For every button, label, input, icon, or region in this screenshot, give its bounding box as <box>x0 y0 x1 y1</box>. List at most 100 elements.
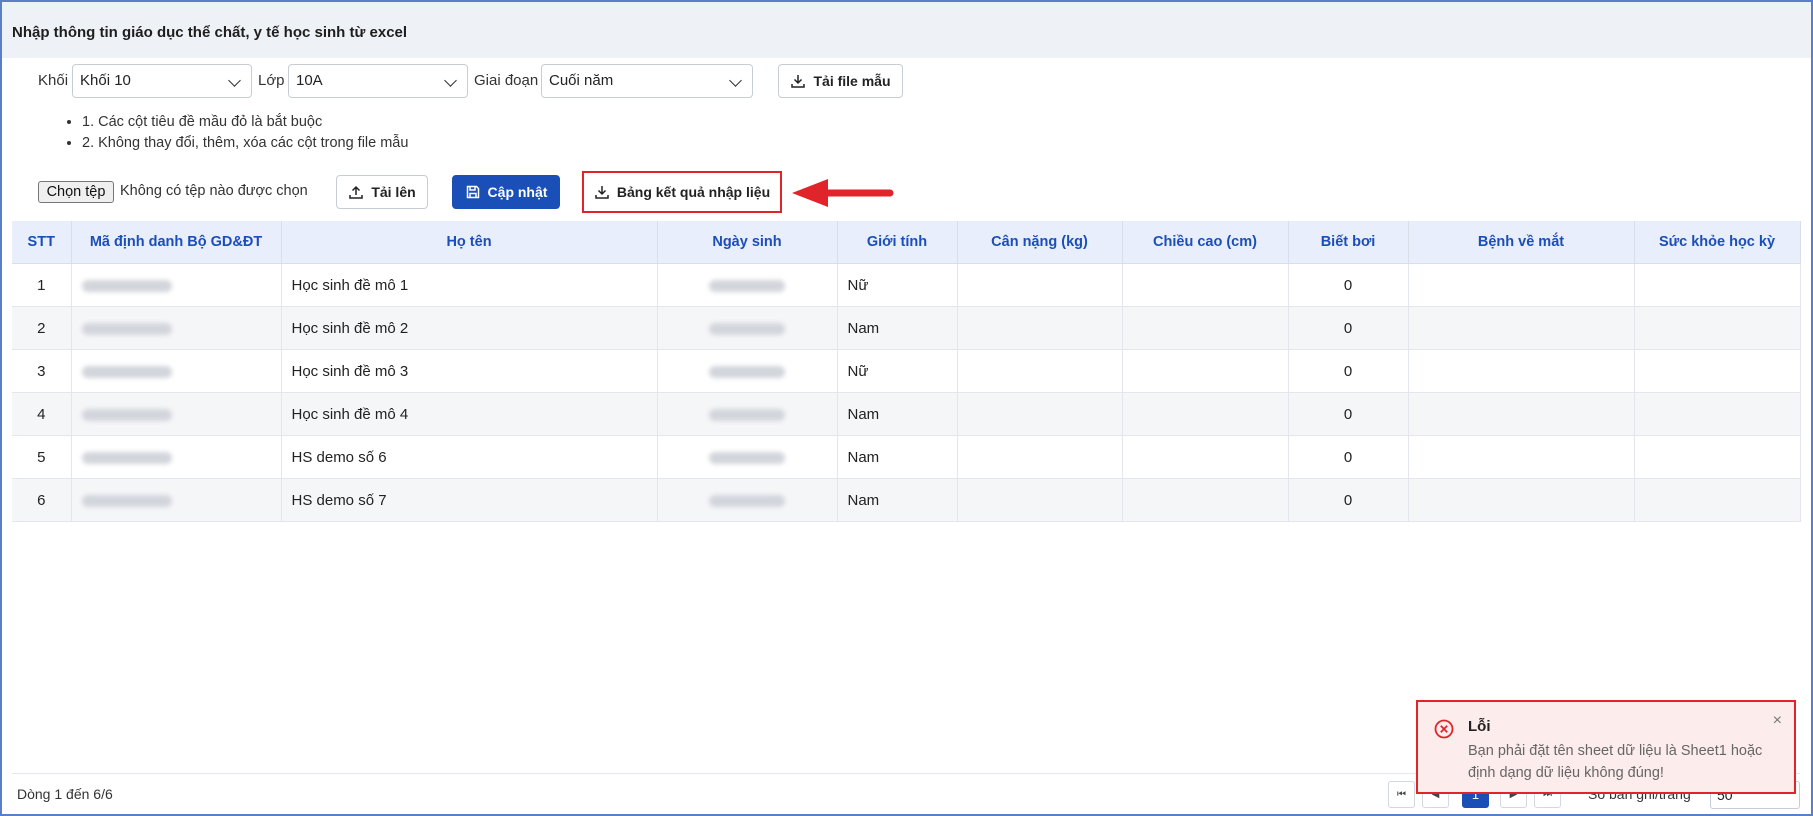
upload-button[interactable]: Tải lên <box>336 175 428 209</box>
update-button[interactable]: Cập nhật <box>452 175 560 209</box>
cell-ma-dinh-danh <box>71 478 282 522</box>
cell-stt: 3 <box>12 349 72 393</box>
cell-stt: 4 <box>12 392 72 436</box>
redacted-value <box>81 279 172 292</box>
cell-benh-mat <box>1408 478 1635 522</box>
table-row[interactable]: 1 Học sinh đề mô 1 Nữ 0 <box>12 263 1801 307</box>
cell-can-nang <box>957 306 1123 350</box>
title-bar: Nhập thông tin giáo dục thể chất, y tế h… <box>2 2 1811 58</box>
cell-can-nang <box>957 349 1123 393</box>
cell-benh-mat <box>1408 306 1635 350</box>
chevron-down-icon <box>228 74 241 87</box>
cell-chieu-cao <box>1122 435 1289 479</box>
cell-suc-khoe <box>1634 263 1801 307</box>
redacted-value <box>709 408 785 421</box>
table-row[interactable]: 4 Học sinh đề mô 4 Nam 0 <box>12 392 1801 436</box>
cell-ho-ten: Học sinh đề mô 4 <box>281 392 658 436</box>
column-header[interactable]: STT <box>12 221 72 264</box>
download-template-label: Tải file mẫu <box>813 73 891 89</box>
table-row[interactable]: 2 Học sinh đề mô 2 Nam 0 <box>12 306 1801 350</box>
cell-biet-boi: 0 <box>1288 349 1409 393</box>
note-item: 2. Không thay đổi, thêm, xóa các cột tro… <box>82 133 408 154</box>
column-header[interactable]: Cân nặng (kg) <box>957 221 1123 264</box>
table-row[interactable]: 3 Học sinh đề mô 3 Nữ 0 <box>12 349 1801 393</box>
cell-ho-ten: Học sinh đề mô 1 <box>281 263 658 307</box>
khoi-select[interactable]: Khối 10 <box>72 64 252 98</box>
error-toast: Lỗi Bạn phải đặt tên sheet dữ liệu là Sh… <box>1416 700 1796 794</box>
table-header-row: STT Mã định danh Bộ GD&ĐT Họ tên Ngày si… <box>12 221 1801 264</box>
cell-ma-dinh-danh <box>71 435 282 479</box>
download-template-button[interactable]: Tải file mẫu <box>778 64 903 98</box>
redacted-value <box>709 279 785 292</box>
cell-stt: 1 <box>12 263 72 307</box>
cell-biet-boi: 0 <box>1288 306 1409 350</box>
column-header[interactable]: Họ tên <box>281 221 658 264</box>
redacted-value <box>709 365 785 378</box>
giaidoan-select[interactable]: Cuối năm <box>541 64 753 98</box>
cell-suc-khoe <box>1634 306 1801 350</box>
cell-ngay-sinh <box>657 349 838 393</box>
redacted-value <box>81 322 172 335</box>
error-icon <box>1434 719 1454 739</box>
cell-suc-khoe <box>1634 435 1801 479</box>
column-header[interactable]: Sức khỏe học kỳ <box>1634 221 1801 264</box>
cell-chieu-cao <box>1122 349 1289 393</box>
cell-suc-khoe <box>1634 349 1801 393</box>
cell-gioi-tinh: Nam <box>837 306 958 350</box>
cell-ho-ten: Học sinh đề mô 3 <box>281 349 658 393</box>
lop-select[interactable]: 10A <box>288 64 468 98</box>
cell-chieu-cao <box>1122 478 1289 522</box>
chevron-down-icon <box>444 74 457 87</box>
cell-biet-boi: 0 <box>1288 263 1409 307</box>
redacted-value <box>81 494 172 507</box>
cell-stt: 2 <box>12 306 72 350</box>
cell-benh-mat <box>1408 435 1635 479</box>
upload-icon <box>349 185 364 199</box>
cell-can-nang <box>957 263 1123 307</box>
cell-can-nang <box>957 392 1123 436</box>
column-header[interactable]: Giới tính <box>837 221 958 264</box>
redacted-value <box>709 494 785 507</box>
cell-ho-ten: HS demo số 6 <box>281 435 658 479</box>
cell-stt: 6 <box>12 478 72 522</box>
choose-file-button[interactable]: Chọn tệp <box>38 181 114 203</box>
cell-chieu-cao <box>1122 306 1289 350</box>
cell-ho-ten: Học sinh đề mô 2 <box>281 306 658 350</box>
column-header[interactable]: Chiều cao (cm) <box>1122 221 1289 264</box>
close-icon[interactable]: × <box>1773 712 1782 730</box>
khoi-select-value: Khối 10 <box>80 72 131 89</box>
cell-chieu-cao <box>1122 263 1289 307</box>
cell-ho-ten: HS demo số 7 <box>281 478 658 522</box>
cell-ngay-sinh <box>657 263 838 307</box>
giaidoan-select-value: Cuối năm <box>549 72 614 89</box>
save-icon <box>466 185 479 199</box>
first-page-button[interactable]: ⏮ <box>1388 781 1415 808</box>
cell-ngay-sinh <box>657 392 838 436</box>
update-label: Cập nhật <box>487 184 548 200</box>
row-count: Dòng 1 đến 6/6 <box>17 786 113 802</box>
cell-biet-boi: 0 <box>1288 478 1409 522</box>
khoi-label: Khối <box>38 72 69 89</box>
cell-chieu-cao <box>1122 392 1289 436</box>
cell-ma-dinh-danh <box>71 349 282 393</box>
cell-ngay-sinh <box>657 435 838 479</box>
no-file-text: Không có tệp nào được chọn <box>120 183 308 199</box>
column-header[interactable]: Bệnh về mắt <box>1408 221 1635 264</box>
cell-ngay-sinh <box>657 478 838 522</box>
table-row[interactable]: 6 HS demo số 7 Nam 0 <box>12 478 1801 522</box>
redacted-value <box>709 451 785 464</box>
column-header[interactable]: Mã định danh Bộ GD&ĐT <box>71 221 282 264</box>
cell-ma-dinh-danh <box>71 263 282 307</box>
cell-biet-boi: 0 <box>1288 435 1409 479</box>
chevron-down-icon <box>729 74 742 87</box>
table-row[interactable]: 5 HS demo số 6 Nam 0 <box>12 435 1801 479</box>
arrow-annotation <box>792 179 894 207</box>
redacted-value <box>81 451 172 464</box>
column-header[interactable]: Biết bơi <box>1288 221 1409 264</box>
cell-benh-mat <box>1408 263 1635 307</box>
highlight-box <box>582 171 782 213</box>
cell-gioi-tinh: Nam <box>837 392 958 436</box>
cell-can-nang <box>957 478 1123 522</box>
column-header[interactable]: Ngày sinh <box>657 221 838 264</box>
cell-gioi-tinh: Nam <box>837 435 958 479</box>
